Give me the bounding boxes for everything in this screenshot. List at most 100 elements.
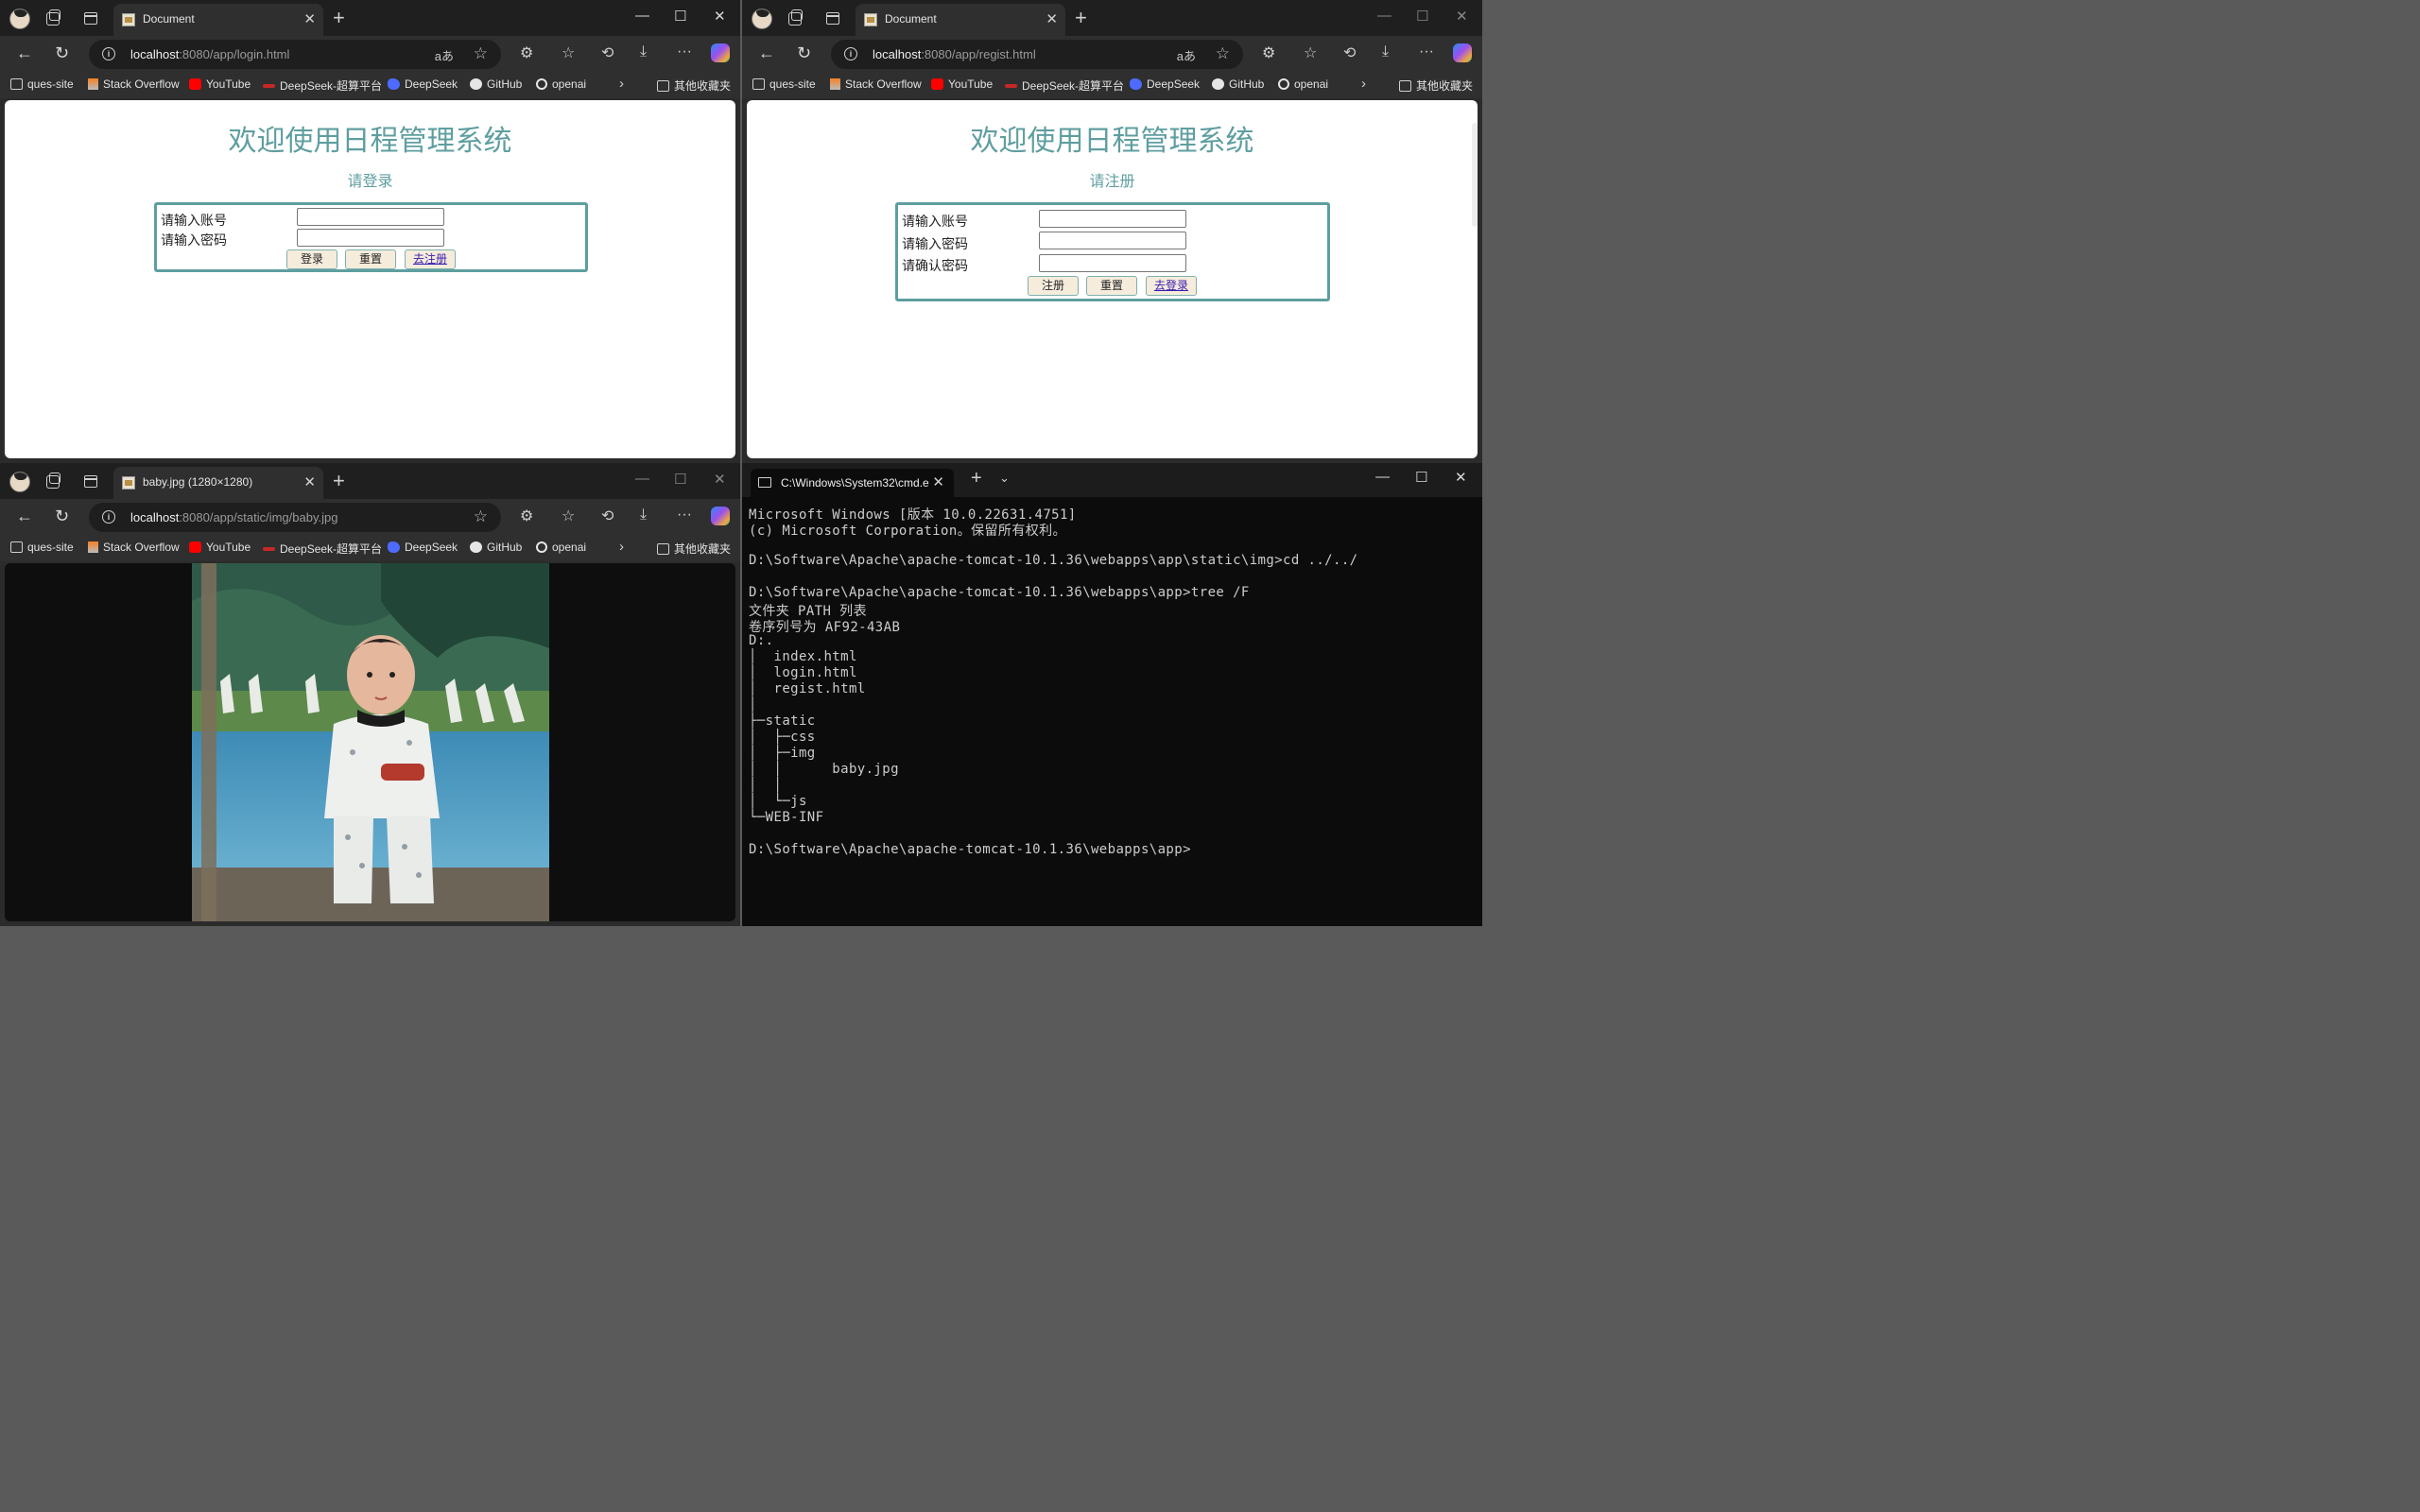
- workspaces-icon[interactable]: [46, 9, 60, 26]
- bookmark-ques-site[interactable]: ques-site: [10, 77, 74, 91]
- bookmark-github[interactable]: GitHub: [470, 77, 522, 91]
- close-tab-icon[interactable]: ✕: [303, 473, 316, 490]
- new-terminal-tab-button[interactable]: +: [971, 468, 982, 490]
- maximize-button[interactable]: ☐: [1415, 469, 1427, 486]
- bookmark-youtube[interactable]: YouTube: [931, 77, 993, 91]
- back-icon[interactable]: ←: [16, 43, 33, 63]
- go-login-link[interactable]: 去登录: [1146, 276, 1197, 296]
- copilot-icon[interactable]: [711, 43, 730, 62]
- bookmark-stack-overflow[interactable]: Stack Overflow: [830, 77, 922, 91]
- bookmark-deepseek[interactable]: DeepSeek: [388, 541, 458, 554]
- reset-button[interactable]: 重置: [1086, 276, 1137, 296]
- password-input[interactable]: [297, 229, 444, 247]
- favorite-star-icon[interactable]: ☆: [474, 507, 488, 526]
- bookmark-ques-site[interactable]: ques-site: [752, 77, 816, 91]
- new-tab-button[interactable]: +: [333, 469, 345, 493]
- account-input[interactable]: [1039, 210, 1186, 228]
- terminal-output[interactable]: Microsoft Windows [版本 10.0.22631.4751] (…: [742, 497, 1482, 926]
- minimize-button[interactable]: —: [635, 8, 649, 24]
- profile-avatar-icon[interactable]: [9, 472, 30, 492]
- tab-actions-icon[interactable]: [84, 12, 97, 25]
- bookmark-openai[interactable]: openai: [536, 77, 586, 91]
- address-bar[interactable]: i localhost:8080/app/static/img/baby.jpg…: [89, 503, 501, 532]
- workspaces-icon[interactable]: [46, 472, 60, 489]
- copilot-icon[interactable]: [1453, 43, 1472, 62]
- downloads-icon[interactable]: ⤓: [1382, 43, 1389, 60]
- maximize-button[interactable]: ☐: [1416, 8, 1428, 25]
- site-info-icon[interactable]: i: [102, 47, 115, 60]
- history-icon[interactable]: ⟲: [601, 507, 614, 525]
- tab-actions-icon[interactable]: [826, 12, 839, 25]
- url-text[interactable]: localhost:8080/app/regist.html: [873, 47, 1036, 61]
- bookmark-github[interactable]: GitHub: [1212, 77, 1264, 91]
- tab-baby-image[interactable]: baby.jpg (1280×1280) ✕: [113, 467, 323, 499]
- refresh-icon[interactable]: ↻: [55, 43, 69, 63]
- address-bar[interactable]: i localhost:8080/app/regist.html aあ ☆: [831, 40, 1243, 69]
- other-bookmarks-folder[interactable]: 其他收藏夹: [1399, 77, 1473, 94]
- back-icon[interactable]: ←: [16, 507, 33, 526]
- close-tab-icon[interactable]: ✕: [303, 10, 316, 27]
- maximize-button[interactable]: ☐: [674, 8, 686, 25]
- bookmark-youtube[interactable]: YouTube: [189, 541, 251, 554]
- favorites-icon[interactable]: ☆: [562, 507, 575, 525]
- account-input[interactable]: [297, 208, 444, 226]
- password-input[interactable]: [1039, 232, 1186, 249]
- more-menu-icon[interactable]: ···: [677, 507, 692, 524]
- maximize-button[interactable]: ☐: [674, 471, 686, 488]
- bookmark-ques-site[interactable]: ques-site: [10, 541, 74, 554]
- minimize-button[interactable]: —: [635, 471, 649, 487]
- copilot-icon[interactable]: [711, 507, 730, 525]
- close-tab-icon[interactable]: ✕: [932, 473, 944, 490]
- downloads-icon[interactable]: ⤓: [640, 43, 647, 60]
- refresh-icon[interactable]: ↻: [55, 507, 69, 526]
- bookmark-stack-overflow[interactable]: Stack Overflow: [88, 541, 180, 554]
- workspaces-icon[interactable]: [788, 9, 803, 26]
- minimize-button[interactable]: —: [1377, 8, 1392, 24]
- page-scrollbar[interactable]: [1472, 123, 1478, 227]
- bookmark-deepseek[interactable]: DeepSeek: [1130, 77, 1200, 91]
- bookmark-deepseek-hpc[interactable]: DeepSeek-超算平台: [263, 541, 382, 557]
- minimize-button[interactable]: —: [1375, 469, 1390, 485]
- read-aloud-icon[interactable]: aあ: [1177, 46, 1196, 64]
- dropdown-chevron-icon[interactable]: ⌄: [999, 471, 1010, 486]
- more-bookmarks-chevron-icon[interactable]: ›: [619, 539, 624, 555]
- tab-actions-icon[interactable]: [84, 475, 97, 488]
- profile-avatar-icon[interactable]: [9, 9, 30, 29]
- register-button[interactable]: 注册: [1028, 276, 1079, 296]
- tab-document[interactable]: Document ✕: [113, 4, 323, 36]
- baby-photo[interactable]: [192, 563, 549, 921]
- tab-document[interactable]: Document ✕: [856, 4, 1065, 36]
- close-window-button[interactable]: ✕: [1456, 8, 1468, 25]
- close-window-button[interactable]: ✕: [1455, 469, 1467, 486]
- bookmark-deepseek-hpc[interactable]: DeepSeek-超算平台: [263, 77, 382, 94]
- more-menu-icon[interactable]: ···: [677, 43, 692, 60]
- reset-button[interactable]: 重置: [345, 249, 396, 269]
- refresh-icon[interactable]: ↻: [797, 43, 811, 63]
- bookmark-github[interactable]: GitHub: [470, 541, 522, 554]
- address-bar[interactable]: i localhost:8080/app/login.html aあ ☆: [89, 40, 501, 69]
- extensions-icon[interactable]: ⚙: [520, 43, 533, 62]
- read-aloud-icon[interactable]: aあ: [435, 46, 454, 64]
- bookmark-deepseek-hpc[interactable]: DeepSeek-超算平台: [1005, 77, 1124, 94]
- bookmark-youtube[interactable]: YouTube: [189, 77, 251, 91]
- history-icon[interactable]: ⟲: [601, 43, 614, 62]
- url-text[interactable]: localhost:8080/app/static/img/baby.jpg: [130, 510, 337, 524]
- other-bookmarks-folder[interactable]: 其他收藏夹: [657, 541, 731, 557]
- favorite-star-icon[interactable]: ☆: [474, 44, 488, 63]
- bookmark-openai[interactable]: openai: [536, 541, 586, 554]
- close-tab-icon[interactable]: ✕: [1046, 10, 1058, 27]
- downloads-icon[interactable]: ⤓: [640, 507, 647, 524]
- site-info-icon[interactable]: i: [102, 510, 115, 524]
- more-menu-icon[interactable]: ···: [1419, 43, 1434, 60]
- site-info-icon[interactable]: i: [844, 47, 857, 60]
- bookmark-openai[interactable]: openai: [1278, 77, 1328, 91]
- go-register-link[interactable]: 去注册: [405, 249, 456, 269]
- confirm-password-input[interactable]: [1039, 254, 1186, 272]
- favorites-icon[interactable]: ☆: [1304, 43, 1317, 62]
- bookmark-deepseek[interactable]: DeepSeek: [388, 77, 458, 91]
- more-bookmarks-chevron-icon[interactable]: ›: [1361, 76, 1366, 92]
- close-window-button[interactable]: ✕: [714, 8, 726, 25]
- extensions-icon[interactable]: ⚙: [520, 507, 533, 525]
- favorite-star-icon[interactable]: ☆: [1216, 44, 1230, 63]
- other-bookmarks-folder[interactable]: 其他收藏夹: [657, 77, 731, 94]
